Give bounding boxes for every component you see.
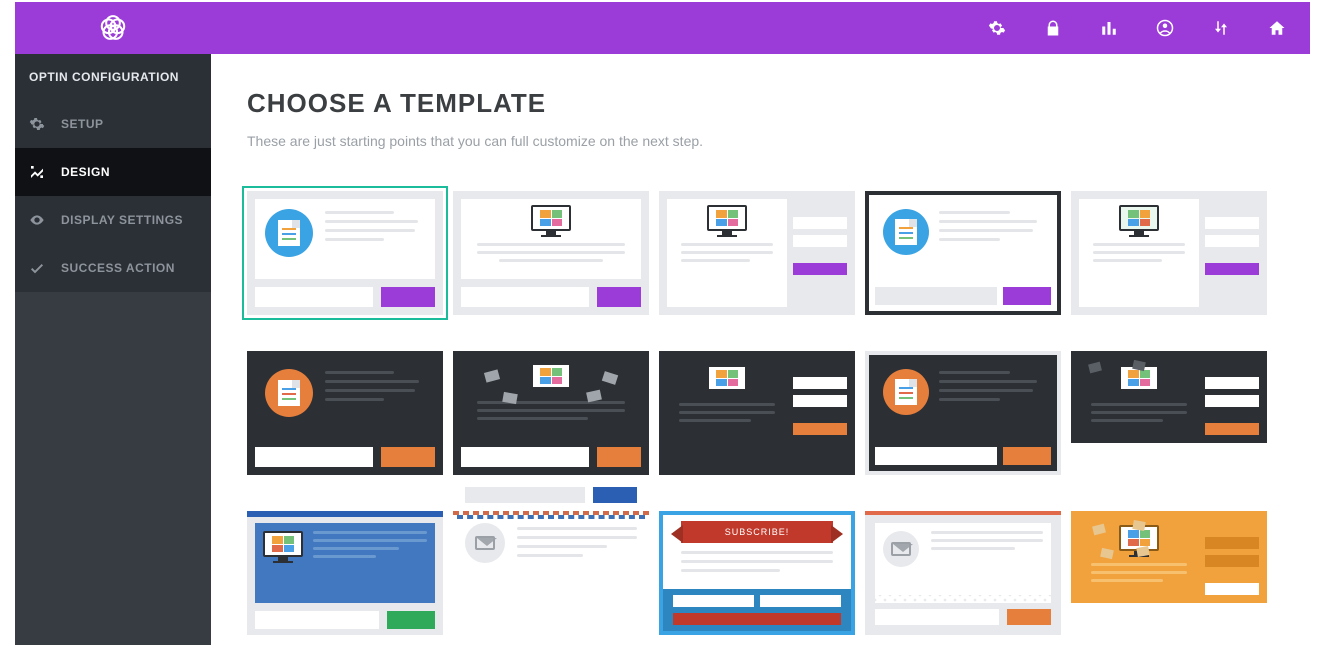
monitor-icon bbox=[263, 531, 303, 595]
template-card[interactable] bbox=[659, 191, 855, 315]
import-export-icon[interactable] bbox=[1212, 19, 1230, 37]
template-grid: SUBSCRIBE! bbox=[247, 191, 1274, 635]
lock-icon[interactable] bbox=[1044, 19, 1062, 37]
settings-icon[interactable] bbox=[988, 19, 1006, 37]
monitor-icon bbox=[531, 205, 571, 237]
brand-logo[interactable] bbox=[15, 2, 211, 54]
envelope-icon bbox=[883, 531, 919, 567]
sidebar-item-design[interactable]: DESIGN bbox=[15, 148, 211, 196]
template-card[interactable] bbox=[865, 351, 1061, 475]
gear-icon bbox=[29, 116, 45, 132]
template-card[interactable] bbox=[247, 351, 443, 475]
template-card[interactable] bbox=[865, 511, 1061, 635]
document-icon bbox=[883, 209, 929, 255]
template-card[interactable] bbox=[453, 351, 649, 475]
monitor-icon bbox=[1119, 205, 1159, 237]
home-icon[interactable] bbox=[1268, 19, 1286, 37]
monitor-icon bbox=[707, 205, 747, 237]
account-icon[interactable] bbox=[1156, 19, 1174, 37]
document-icon bbox=[265, 369, 313, 417]
document-icon bbox=[883, 369, 929, 415]
topbar bbox=[15, 2, 1310, 54]
template-card[interactable] bbox=[659, 351, 855, 475]
monitor-icon bbox=[531, 363, 571, 395]
template-card[interactable] bbox=[1071, 351, 1267, 475]
template-card[interactable] bbox=[865, 191, 1061, 315]
template-card[interactable] bbox=[247, 191, 443, 315]
sidebar-item-label: SUCCESS ACTION bbox=[61, 261, 175, 275]
template-card[interactable]: SUBSCRIBE! bbox=[659, 511, 855, 635]
sidebar-item-success-action[interactable]: SUCCESS ACTION bbox=[15, 244, 211, 292]
check-icon bbox=[29, 260, 45, 276]
sidebar-item-label: SETUP bbox=[61, 117, 104, 131]
topbar-icons bbox=[988, 19, 1286, 37]
main-content: CHOOSE A TEMPLATE These are just startin… bbox=[211, 54, 1310, 645]
envelope-icon bbox=[1100, 548, 1114, 559]
template-card[interactable] bbox=[453, 191, 649, 315]
sidebar-item-label: DISPLAY SETTINGS bbox=[61, 213, 183, 227]
envelope-icon bbox=[1088, 362, 1102, 374]
sidebar-section-title: OPTIN CONFIGURATION bbox=[15, 54, 211, 100]
envelope-icon bbox=[602, 371, 618, 385]
template-card[interactable] bbox=[247, 511, 443, 635]
sidebar: OPTIN CONFIGURATION SETUP DESIGN DISPLAY… bbox=[15, 54, 211, 645]
envelope-icon bbox=[1132, 520, 1145, 531]
sidebar-item-label: DESIGN bbox=[61, 165, 110, 179]
document-icon bbox=[265, 209, 313, 257]
page-title: CHOOSE A TEMPLATE bbox=[247, 88, 1274, 119]
template-card[interactable] bbox=[1071, 511, 1267, 635]
analytics-icon[interactable] bbox=[1100, 19, 1118, 37]
monitor-icon bbox=[707, 365, 747, 397]
page-subtitle: These are just starting points that you … bbox=[247, 133, 1274, 149]
sidebar-item-display-settings[interactable]: DISPLAY SETTINGS bbox=[15, 196, 211, 244]
template-card[interactable] bbox=[453, 511, 649, 635]
envelope-icon bbox=[1092, 524, 1106, 536]
sidebar-item-setup[interactable]: SETUP bbox=[15, 100, 211, 148]
template-card[interactable] bbox=[1071, 191, 1267, 315]
design-icon bbox=[29, 164, 45, 180]
ribbon-label: SUBSCRIBE! bbox=[681, 521, 833, 543]
envelope-icon bbox=[484, 369, 500, 382]
envelope-icon bbox=[465, 523, 505, 563]
bloom-logo-icon bbox=[96, 11, 130, 45]
eye-icon bbox=[29, 212, 45, 228]
